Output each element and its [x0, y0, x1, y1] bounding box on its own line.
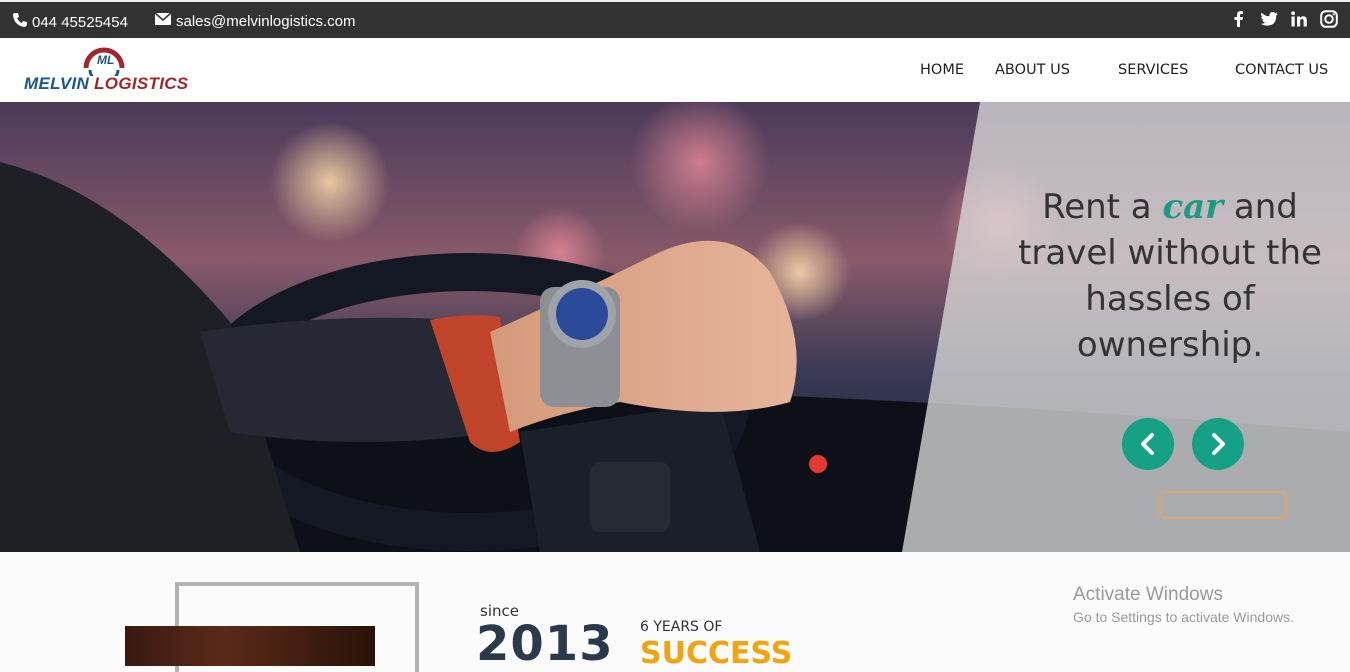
headline-emphasis: car — [1162, 187, 1224, 227]
logo-word-melvin: MELVIN — [24, 74, 90, 93]
hero-headline: Rent a car and travel without the hassle… — [1010, 184, 1330, 368]
email-contact[interactable]: sales@melvinlogistics.com — [154, 12, 355, 30]
logo-mark: ML — [97, 53, 115, 67]
top-bar: 044 45525454 sales@melvinlogistics.com — [0, 0, 1350, 38]
about-photo — [125, 626, 375, 666]
nav-contact-us[interactable]: CONTACT US — [1235, 62, 1328, 78]
chevron-right-icon — [1212, 433, 1225, 455]
linkedin-icon[interactable] — [1290, 10, 1308, 28]
chevron-left-icon — [1141, 433, 1154, 455]
nav-about-us[interactable]: ABOUT US — [995, 62, 1070, 78]
success-label: SUCCESS — [640, 636, 793, 671]
years-of-label: 6 YEARS OF — [640, 619, 723, 635]
headline-line2: travel without the hassles of ownership. — [1018, 233, 1322, 365]
headline-post: and — [1223, 187, 1298, 227]
site-header: ML MELVIN LOGISTICS HOME ABOUT US SERVIC… — [0, 38, 1350, 102]
facebook-icon[interactable] — [1230, 10, 1248, 28]
twitter-icon[interactable] — [1260, 10, 1278, 28]
slider-next-button[interactable] — [1192, 418, 1244, 470]
activate-title: Activate Windows — [1073, 584, 1223, 605]
phone-icon — [12, 12, 28, 32]
email-address: sales@melvinlogistics.com — [176, 12, 356, 30]
instagram-icon[interactable] — [1320, 10, 1338, 28]
about-section: since 2013 6 YEARS OF SUCCESS Activate W… — [0, 552, 1350, 672]
phone-contact[interactable]: 044 45525454 — [12, 12, 128, 32]
brand-logo[interactable]: ML MELVIN LOGISTICS — [24, 46, 188, 96]
nav-home[interactable]: HOME — [920, 62, 964, 78]
activate-windows-watermark: Activate Windows Go to Settings to activ… — [1073, 584, 1294, 625]
nav-services[interactable]: SERVICES — [1118, 62, 1188, 78]
slider-prev-button[interactable] — [1122, 418, 1174, 470]
founded-year: 2013 — [476, 616, 614, 672]
phone-number: 044 45525454 — [32, 13, 128, 31]
headline-pre: Rent a — [1042, 187, 1163, 227]
logo-text: MELVIN LOGISTICS — [24, 74, 188, 94]
hero-slider: Rent a car and travel without the hassle… — [0, 102, 1350, 552]
mail-icon — [154, 12, 172, 30]
logo-word-logistics: LOGISTICS — [94, 74, 189, 93]
social-links — [1230, 10, 1338, 28]
activate-subtitle: Go to Settings to activate Windows. — [1073, 609, 1294, 625]
